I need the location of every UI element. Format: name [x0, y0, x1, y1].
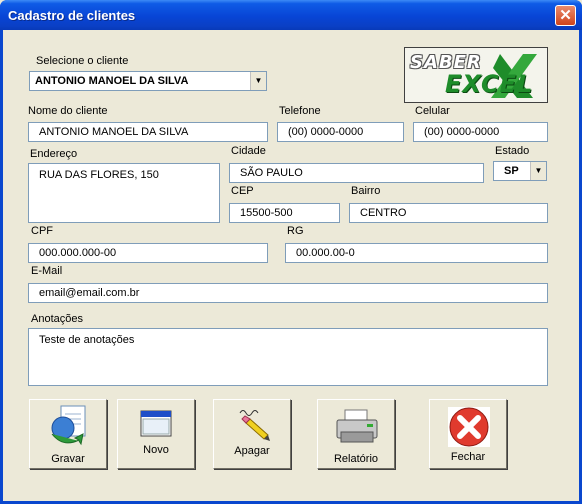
endereco-field[interactable]: RUA DAS FLORES, 150: [28, 163, 220, 223]
endereco-label: Endereço: [30, 148, 78, 160]
save-disk-icon: [51, 405, 86, 446]
new-window-icon: [140, 410, 172, 437]
email-value: email@email.com.br: [39, 287, 140, 299]
chevron-down-icon[interactable]: ▼: [250, 72, 266, 90]
bairro-label: Bairro: [351, 185, 381, 197]
cep-value: 15500-500: [240, 207, 293, 219]
nome-label: Nome do cliente: [28, 105, 108, 117]
chevron-down-icon[interactable]: ▼: [530, 162, 546, 180]
logo-text-excel: EXCEL: [445, 70, 534, 98]
email-label: E-Mail: [31, 265, 63, 277]
gravar-label: Gravar: [51, 453, 85, 465]
saber-excel-logo: SABER EXCEL: [404, 47, 548, 103]
nome-value: ANTONIO MANOEL DA SILVA: [39, 126, 189, 138]
cidade-value: SÃO PAULO: [240, 167, 303, 179]
relatorio-label: Relatório: [333, 453, 379, 465]
gravar-button[interactable]: Gravar: [29, 399, 107, 469]
window-title: Cadastro de clientes: [8, 8, 136, 23]
form-area: Selecione o cliente ANTONIO MANOEL DA SI…: [3, 30, 579, 501]
nome-field[interactable]: ANTONIO MANOEL DA SILVA: [28, 122, 268, 142]
celular-value: (00) 0000-0000: [424, 126, 500, 138]
cpf-label: CPF: [31, 225, 53, 237]
celular-label: Celular: [415, 105, 450, 117]
relatorio-button[interactable]: Relatório: [317, 399, 395, 469]
telefone-label: Telefone: [279, 105, 321, 117]
close-icon: ✕: [559, 7, 572, 24]
anotacoes-label: Anotações: [31, 313, 83, 325]
client-select-label: Selecione o cliente: [36, 55, 129, 67]
rg-label: RG: [287, 225, 304, 237]
novo-label: Novo: [143, 444, 169, 456]
close-button[interactable]: ✕: [555, 5, 576, 26]
apagar-label: Apagar: [234, 445, 270, 457]
client-select-value: ANTONIO MANOEL DA SILVA: [35, 75, 189, 87]
novo-button[interactable]: Novo: [117, 399, 195, 469]
bairro-field[interactable]: CENTRO: [349, 203, 548, 223]
anotacoes-value: Teste de anotações: [39, 334, 135, 346]
estado-label: Estado: [495, 145, 530, 157]
rg-field[interactable]: 00.000.00-0: [285, 243, 548, 263]
endereco-value: RUA DAS FLORES, 150: [39, 169, 159, 181]
cidade-field[interactable]: SÃO PAULO: [229, 163, 484, 183]
telefone-value: (00) 0000-0000: [288, 126, 364, 138]
apagar-button[interactable]: Apagar: [213, 399, 291, 469]
title-bar[interactable]: Cadastro de clientes ✕: [0, 0, 582, 30]
fechar-button[interactable]: Fechar: [429, 399, 507, 469]
anotacoes-field[interactable]: Teste de anotações: [28, 328, 548, 386]
cpf-value: 000.000.000-00: [39, 247, 117, 259]
telefone-field[interactable]: (00) 0000-0000: [277, 122, 404, 142]
cep-field[interactable]: 15500-500: [229, 203, 340, 223]
rg-value: 00.000.00-0: [296, 247, 355, 259]
client-select[interactable]: ANTONIO MANOEL DA SILVA ▼: [29, 71, 267, 91]
fechar-label: Fechar: [450, 451, 486, 463]
eraser-icon: [239, 410, 270, 441]
cpf-field[interactable]: 000.000.000-00: [28, 243, 268, 263]
estado-value: SP: [504, 165, 519, 177]
cep-label: CEP: [231, 185, 254, 197]
bairro-value: CENTRO: [360, 207, 407, 219]
estado-select[interactable]: SP ▼: [493, 161, 547, 181]
close-x-icon: [448, 407, 490, 447]
celular-field[interactable]: (00) 0000-0000: [413, 122, 548, 142]
email-field[interactable]: email@email.com.br: [28, 283, 548, 303]
cidade-label: Cidade: [231, 145, 266, 157]
printer-icon: [336, 409, 378, 443]
app-window: Cadastro de clientes ✕ Selecione o clien…: [0, 0, 582, 504]
